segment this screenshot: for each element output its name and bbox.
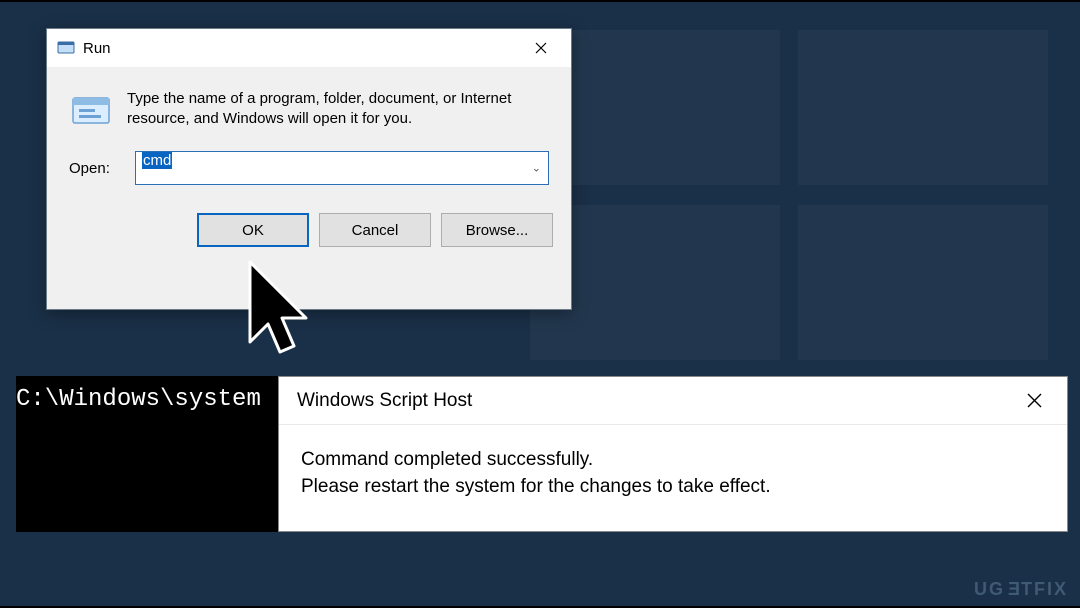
windows-script-host-dialog: Windows Script Host Command completed su…	[278, 376, 1068, 532]
ok-button[interactable]: OK	[197, 213, 309, 247]
run-dialog: Run Type the name of a program, folder, …	[46, 28, 572, 310]
open-combobox[interactable]: cmd ⌄	[135, 151, 549, 185]
run-description: Type the name of a program, folder, docu…	[127, 89, 549, 133]
cancel-button[interactable]: Cancel	[319, 213, 431, 247]
run-button-row: OK Cancel Browse...	[47, 185, 571, 247]
run-program-icon	[57, 39, 75, 57]
watermark: UGETFIX	[974, 579, 1068, 600]
wsh-titlebar[interactable]: Windows Script Host	[279, 377, 1067, 425]
run-title: Run	[83, 40, 519, 57]
run-body: Type the name of a program, folder, docu…	[47, 67, 571, 133]
close-button[interactable]	[519, 33, 563, 63]
close-button[interactable]	[1009, 383, 1059, 419]
open-label: Open:	[69, 160, 121, 177]
wsh-message-line2: Please restart the system for the change…	[301, 474, 1045, 501]
cmd-prompt-text: C:\Windows\system	[16, 386, 261, 413]
run-titlebar[interactable]: Run	[47, 29, 571, 67]
wsh-message-line1: Command completed successfully.	[301, 447, 1045, 474]
run-program-large-icon	[69, 89, 113, 133]
browse-button[interactable]: Browse...	[441, 213, 553, 247]
cmd-window[interactable]: C:\Windows\system	[16, 376, 278, 532]
run-open-row: Open: cmd ⌄	[47, 133, 571, 185]
wsh-title: Windows Script Host	[297, 390, 1009, 412]
wsh-body: Command completed successfully. Please r…	[279, 425, 1067, 500]
letterbox-top	[0, 0, 1080, 2]
windows-logo-background	[530, 30, 1050, 360]
open-input[interactable]: cmd	[135, 151, 549, 185]
